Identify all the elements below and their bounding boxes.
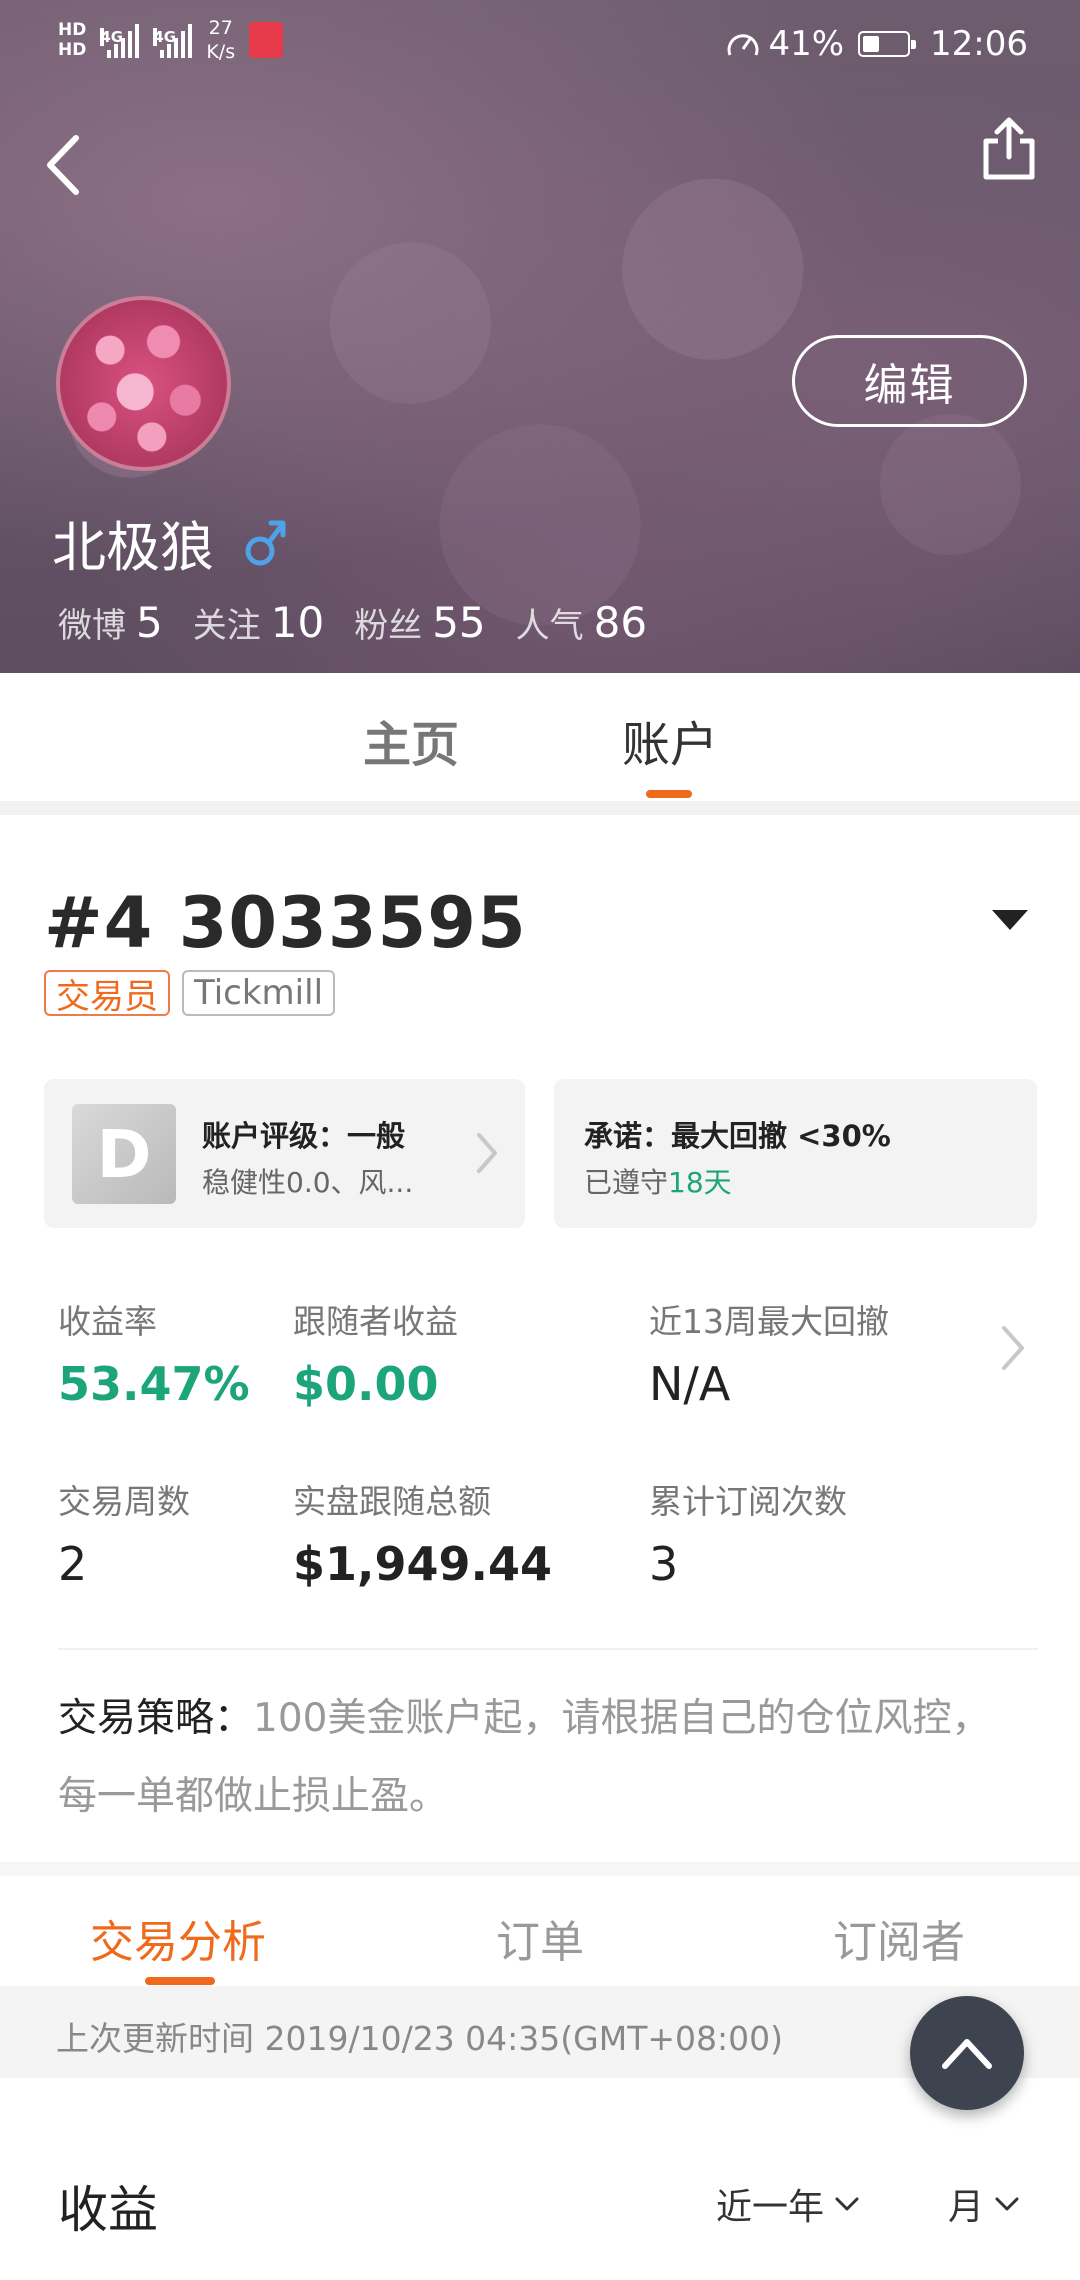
stat-following[interactable]: 关注 10 xyxy=(193,598,324,647)
scroll-to-top-button[interactable] xyxy=(910,1996,1024,2110)
notification-app-icon xyxy=(249,22,284,58)
metric-value: $0.00 xyxy=(293,1357,439,1411)
active-tab-indicator xyxy=(646,790,692,798)
rating-subtitle: 稳健性0.0、风... xyxy=(202,1166,414,1199)
status-bar: HD HD 4G 4G 27 K/s 41% 12:06 xyxy=(0,0,1080,90)
account-dropdown-icon[interactable] xyxy=(992,910,1028,930)
earnings-title: 收益 xyxy=(58,2181,158,2239)
promise-title: 承诺：最大回撤 <30% xyxy=(584,1119,891,1153)
granularity-filter-dropdown[interactable]: 月 xyxy=(948,2178,1020,2230)
active-subtab-indicator xyxy=(145,1977,215,1985)
clock: 12:06 xyxy=(930,24,1028,64)
section-divider xyxy=(0,1862,1080,1876)
promise-days: 18天 xyxy=(668,1166,732,1199)
speed-gauge-icon xyxy=(727,34,759,56)
promise-card[interactable]: 承诺：最大回撤 <30% 已遵守18天 xyxy=(554,1079,1037,1228)
last-update-text: 上次更新时间 2019/10/23 04:35(GMT+08:00) xyxy=(56,2019,783,2058)
metric-follower-profit: 跟随者收益 $0.00 xyxy=(293,1302,458,1411)
metric-value: N/A xyxy=(649,1357,731,1411)
period-filter-dropdown[interactable]: 近一年 xyxy=(716,2178,860,2230)
username: 北极狼 xyxy=(52,516,214,579)
metric-trading-weeks: 交易周数 2 xyxy=(58,1482,190,1591)
profile-name-row: 北极狼 xyxy=(52,503,288,582)
chevron-down-icon xyxy=(835,2197,859,2211)
account-tags: 交易员 Tickmill xyxy=(44,970,336,1017)
divider xyxy=(58,1648,1038,1650)
account-rating-card[interactable]: D 账户评级：一般 稳健性0.0、风... xyxy=(44,1079,525,1228)
tag-trader: 交易员 xyxy=(44,970,170,1017)
back-arrow-icon[interactable] xyxy=(40,130,90,200)
battery-percent: 41% xyxy=(768,24,845,64)
metric-value: 3 xyxy=(649,1537,679,1591)
tab-account[interactable]: 账户 xyxy=(622,705,718,775)
promise-subtitle: 已遵守18天 xyxy=(584,1166,732,1199)
metric-value: 2 xyxy=(58,1537,88,1591)
tab-orders[interactable]: 订单 xyxy=(496,1906,584,1970)
section-divider xyxy=(0,801,1080,815)
male-gender-icon xyxy=(245,520,286,565)
trading-strategy: 交易策略：100美金账户起，请根据自己的仓位风控，每一单都做止损止盈。 xyxy=(58,1680,1018,1836)
battery-level xyxy=(863,36,880,52)
rating-title: 账户评级：一般 xyxy=(202,1119,406,1153)
signal-icon: 4G xyxy=(100,22,140,58)
tab-trade-analysis[interactable]: 交易分析 xyxy=(90,1906,266,1970)
metric-return-rate: 收益率 53.47% xyxy=(58,1302,250,1411)
stat-weibo[interactable]: 微博 5 xyxy=(58,598,163,647)
avatar[interactable] xyxy=(56,296,231,471)
metric-max-drawdown[interactable]: 近13周最大回撤 N/A xyxy=(649,1295,889,1411)
hd-indicator: HD HD xyxy=(58,20,87,60)
profile-cover: HD HD 4G 4G 27 K/s 41% 12:06 编辑 北极狼 微博 5… xyxy=(0,0,1080,673)
tab-home[interactable]: 主页 xyxy=(363,705,459,775)
profile-stats: 微博 5 关注 10 粉丝 55 人气 86 xyxy=(58,598,677,647)
stat-popularity: 人气 86 xyxy=(515,598,648,647)
main-tab-bar: 主页 账户 xyxy=(0,673,1080,801)
metric-value: $1,949.44 xyxy=(293,1537,552,1591)
network-speed: 27 K/s xyxy=(206,17,236,63)
signal-icon-2: 4G xyxy=(153,22,193,58)
edit-profile-button[interactable]: 编辑 xyxy=(792,335,1027,427)
share-icon[interactable] xyxy=(978,115,1040,183)
tag-broker: Tickmill xyxy=(182,970,336,1016)
metric-follow-total: 实盘跟随总额 $1,949.44 xyxy=(293,1482,552,1591)
account-number: #4 3033595 xyxy=(44,882,527,964)
rating-badge: D xyxy=(72,1104,176,1204)
analysis-tab-bar: 交易分析 订单 订阅者 xyxy=(0,1876,1080,1986)
chevron-down-icon xyxy=(995,2197,1019,2211)
chevron-up-icon xyxy=(942,2039,992,2069)
battery-icon xyxy=(858,31,917,57)
metric-value: 53.47% xyxy=(58,1357,250,1411)
strategy-label: 交易策略： xyxy=(58,1696,254,1741)
chevron-right-icon xyxy=(477,1133,497,1173)
stat-followers[interactable]: 粉丝 55 xyxy=(354,598,485,647)
chevron-right-icon[interactable] xyxy=(998,1322,1028,1374)
tab-subscribers[interactable]: 订阅者 xyxy=(833,1906,965,1970)
metric-subscription-count: 累计订阅次数 3 xyxy=(649,1482,847,1591)
